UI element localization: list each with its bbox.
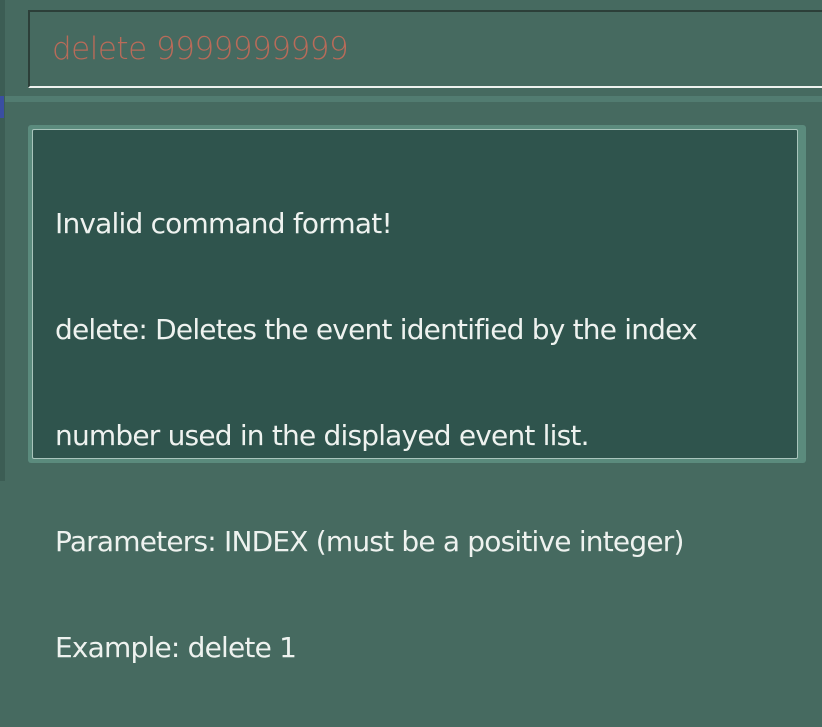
result-line-3: number used in the displayed event list. bbox=[55, 419, 590, 452]
result-line-5: Example: delete 1 bbox=[55, 631, 297, 664]
app-window: Invalid command format! delete: Deletes … bbox=[0, 0, 822, 664]
result-line-1: Invalid command format! bbox=[55, 207, 393, 240]
command-box[interactable] bbox=[28, 10, 822, 88]
result-line-2: delete: Deletes the event identified by … bbox=[55, 313, 698, 346]
command-input[interactable] bbox=[52, 26, 792, 72]
window-left-edge bbox=[0, 0, 5, 481]
panel-separator bbox=[5, 96, 822, 102]
window-left-accent bbox=[0, 96, 4, 118]
result-display[interactable]: Invalid command format! delete: Deletes … bbox=[32, 129, 798, 664]
result-line-4: Parameters: INDEX (must be a positive in… bbox=[55, 525, 684, 558]
result-message: Invalid command format! delete: Deletes … bbox=[55, 144, 775, 727]
window-bottom-strip bbox=[5, 466, 822, 481]
